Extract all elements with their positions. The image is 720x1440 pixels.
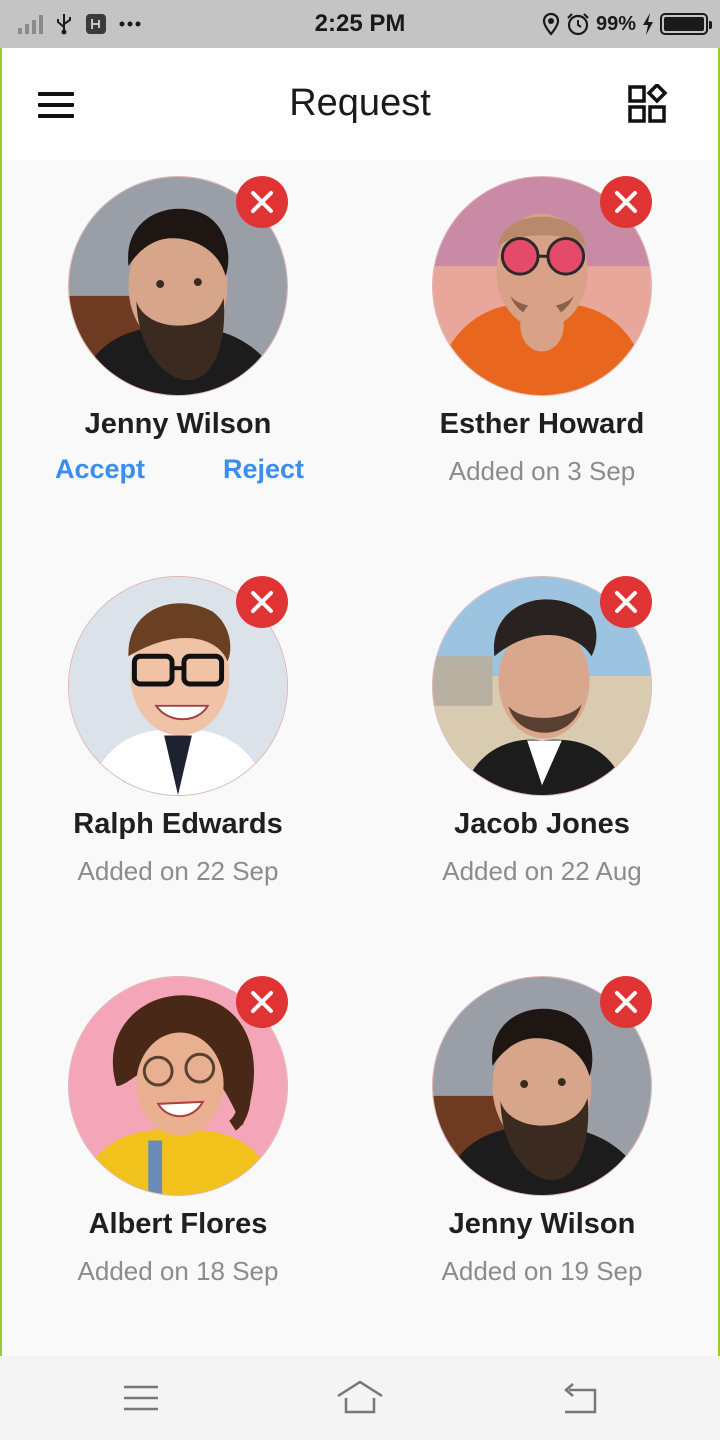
app-bar: Request xyxy=(2,48,718,160)
battery-percent: 99% xyxy=(595,12,636,35)
usb-icon xyxy=(57,14,71,35)
reject-button[interactable]: Reject xyxy=(223,454,304,485)
request-name: Jenny Wilson xyxy=(448,1208,636,1240)
close-icon xyxy=(251,591,273,613)
usb-debug-icon xyxy=(86,14,106,34)
request-date: Added on 19 Sep xyxy=(441,1256,643,1286)
close-icon xyxy=(615,191,637,213)
status-left-icons xyxy=(18,12,141,36)
battery-icon xyxy=(660,13,712,35)
request-date: Added on 22 Sep xyxy=(77,856,279,886)
accept-button[interactable]: Accept xyxy=(55,454,145,485)
request-card: Esther Howard Added on 3 Sep xyxy=(392,176,692,516)
apps-grid-icon[interactable] xyxy=(628,82,668,124)
remove-request-button[interactable] xyxy=(236,176,288,228)
system-nav-bar xyxy=(0,1356,720,1440)
back-icon[interactable] xyxy=(555,1378,605,1418)
more-dots-icon xyxy=(119,21,141,27)
location-icon xyxy=(542,12,560,36)
home-icon[interactable] xyxy=(335,1378,385,1418)
request-card: Albert Flores Added on 18 Sep xyxy=(28,976,328,1316)
request-name: Jacob Jones xyxy=(454,808,630,840)
remove-request-button[interactable] xyxy=(236,976,288,1028)
close-icon xyxy=(615,991,637,1013)
remove-request-button[interactable] xyxy=(236,576,288,628)
request-card: Jenny Wilson Added on 19 Sep xyxy=(392,976,692,1316)
request-date: Added on 3 Sep xyxy=(448,456,636,486)
charging-icon xyxy=(643,13,653,35)
page-title: Request xyxy=(289,82,431,124)
close-icon xyxy=(251,991,273,1013)
request-date: Added on 22 Aug xyxy=(442,856,642,886)
request-card: Jenny Wilson Accept Reject xyxy=(28,176,328,516)
signal-icon xyxy=(18,14,43,34)
alarm-icon xyxy=(567,13,589,36)
request-name: Jenny Wilson xyxy=(84,408,272,440)
hamburger-menu-icon[interactable] xyxy=(38,92,76,118)
battery-level-fill xyxy=(664,17,704,31)
request-name: Esther Howard xyxy=(439,408,645,440)
request-name: Ralph Edwards xyxy=(73,808,283,840)
request-card: Jacob Jones Added on 22 Aug xyxy=(392,576,692,916)
remove-request-button[interactable] xyxy=(600,576,652,628)
recents-menu-icon[interactable] xyxy=(116,1378,166,1418)
request-name: Albert Flores xyxy=(88,1208,268,1240)
status-right-icons: 99% xyxy=(542,10,712,38)
close-icon xyxy=(615,591,637,613)
remove-request-button[interactable] xyxy=(600,176,652,228)
request-card: Ralph Edwards Added on 22 Sep xyxy=(28,576,328,916)
request-date: Added on 18 Sep xyxy=(77,1256,279,1286)
status-bar: 2:25 PM 99% xyxy=(0,0,720,48)
remove-request-button[interactable] xyxy=(600,976,652,1028)
close-icon xyxy=(251,191,273,213)
